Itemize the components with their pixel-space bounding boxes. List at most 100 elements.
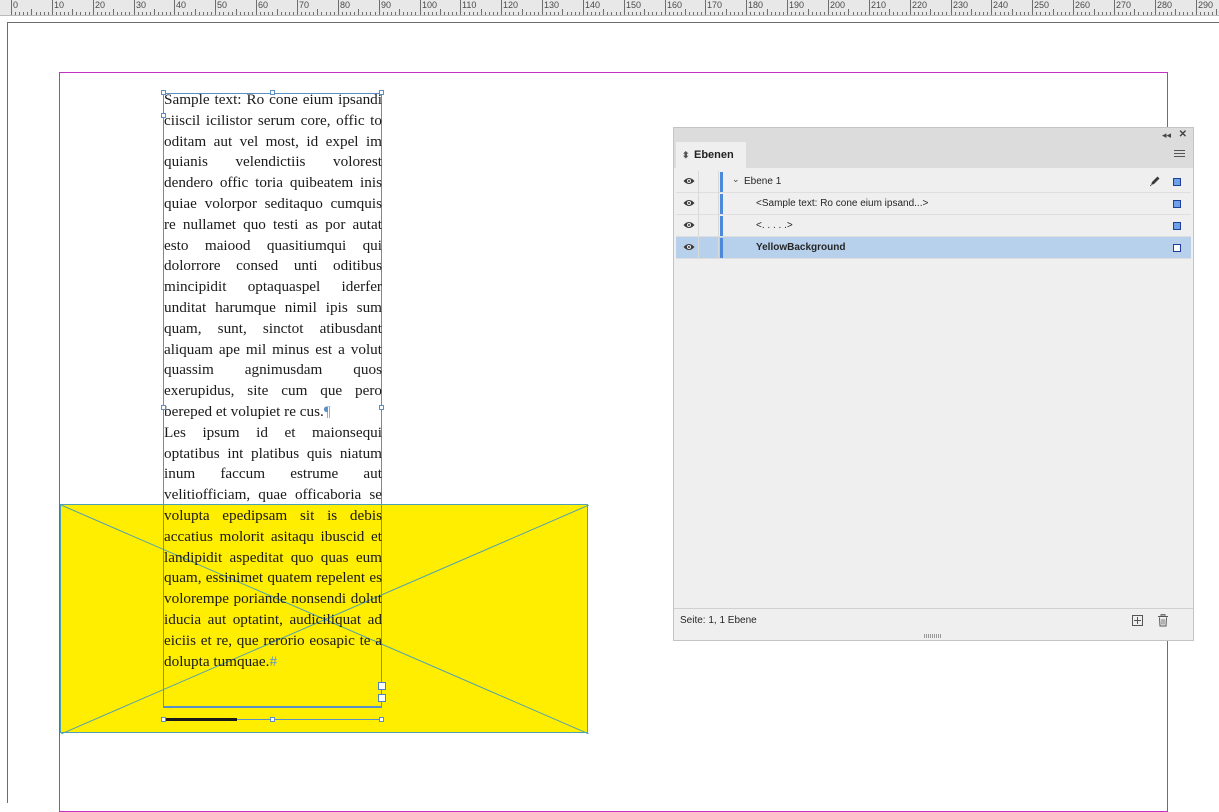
tab-ebenen[interactable]: ⬍ Ebenen bbox=[676, 142, 746, 168]
ruler-tick bbox=[1085, 12, 1086, 15]
ruler-tick bbox=[742, 12, 743, 15]
ruler-tick bbox=[1094, 9, 1095, 15]
layers-panel[interactable]: ◂◂ ✕ ⬍ Ebenen ⌄ Ebene 1 <Sample text: Ro c… bbox=[673, 127, 1194, 641]
ruler-tick bbox=[873, 12, 874, 15]
ruler-tick bbox=[681, 12, 682, 15]
ruler-tick bbox=[1204, 12, 1205, 15]
trash-icon[interactable] bbox=[1157, 614, 1169, 627]
handle-top-center[interactable] bbox=[270, 90, 275, 95]
overset-port[interactable] bbox=[378, 694, 386, 702]
ruler-tick bbox=[1110, 12, 1111, 15]
tab-label: Ebenen bbox=[694, 149, 734, 161]
ruler-tick bbox=[697, 12, 698, 15]
page-edge bbox=[7, 22, 8, 803]
ruler-tick bbox=[370, 12, 371, 15]
layer-name[interactable]: <. . . . .> bbox=[756, 215, 793, 237]
ruler-tick bbox=[607, 12, 608, 15]
ruler-tick bbox=[142, 12, 143, 15]
panel-resize-grip[interactable] bbox=[924, 634, 942, 638]
ruler-tick bbox=[391, 12, 392, 15]
eye-icon[interactable] bbox=[683, 242, 695, 252]
chevron-down-icon[interactable]: ⌄ bbox=[732, 174, 740, 185]
handle-middle-left[interactable] bbox=[161, 405, 166, 410]
ruler-tick bbox=[1012, 9, 1013, 15]
ruler-label: 230 bbox=[953, 0, 969, 10]
ruler-tick bbox=[836, 12, 837, 15]
ruler-tick bbox=[746, 0, 747, 15]
tab-expand-icon[interactable]: ⬍ bbox=[682, 142, 690, 168]
ruler-tick bbox=[995, 12, 996, 15]
ruler-tick bbox=[509, 12, 510, 15]
in-port[interactable] bbox=[161, 113, 166, 118]
ruler-tick bbox=[436, 12, 437, 15]
ruler-label: 80 bbox=[340, 0, 351, 10]
ruler-tick bbox=[281, 12, 282, 15]
selection-square[interactable] bbox=[1173, 222, 1181, 230]
handle-top-left[interactable] bbox=[161, 90, 166, 95]
collapse-panel-icon[interactable]: ◂◂ bbox=[1162, 128, 1171, 142]
panel-title-bar[interactable]: ◂◂ ✕ bbox=[674, 128, 1193, 142]
layer-name[interactable]: <Sample text: Ro cone eium ipsand...> bbox=[756, 193, 928, 215]
eye-icon[interactable] bbox=[683, 176, 695, 186]
handle-bottom-right[interactable] bbox=[379, 717, 384, 722]
ruler-label: 150 bbox=[626, 0, 642, 10]
ruler-tick bbox=[334, 12, 335, 15]
ruler-tick bbox=[685, 9, 686, 15]
ruler-tick bbox=[1187, 12, 1188, 15]
layer-row[interactable]: ⌄ Ebene 1 bbox=[676, 171, 1191, 193]
eye-icon[interactable] bbox=[683, 220, 695, 230]
ruler-tick bbox=[277, 9, 278, 15]
handle-top-right[interactable] bbox=[379, 90, 384, 95]
ruler-tick bbox=[616, 12, 617, 15]
handle-bottom-left[interactable] bbox=[161, 717, 166, 722]
out-port[interactable] bbox=[378, 682, 386, 690]
ruler-tick bbox=[432, 12, 433, 15]
ruler-label: 110 bbox=[462, 0, 477, 10]
selection-square[interactable] bbox=[1173, 244, 1181, 252]
close-icon[interactable]: ✕ bbox=[1179, 128, 1187, 142]
ruler-tick bbox=[930, 9, 931, 15]
new-layer-icon[interactable] bbox=[1132, 615, 1143, 626]
ruler-tick bbox=[138, 12, 139, 15]
ruler-tick bbox=[840, 12, 841, 15]
ruler-tick bbox=[844, 12, 845, 15]
ruler-tick bbox=[799, 12, 800, 15]
ruler-tick bbox=[64, 12, 65, 15]
ruler-tick bbox=[264, 12, 265, 15]
layer-name[interactable]: Ebene 1 bbox=[744, 171, 781, 193]
ruler-tick bbox=[48, 12, 49, 15]
text-frame-content[interactable]: Sample text: Ro cone eium ipsandi ciisci… bbox=[164, 90, 382, 672]
ruler-tick bbox=[787, 0, 788, 15]
ruler-tick bbox=[85, 12, 86, 15]
ruler-tick bbox=[526, 12, 527, 15]
ruler-tick bbox=[195, 9, 196, 15]
ruler-tick bbox=[718, 12, 719, 15]
ruler-tick bbox=[158, 12, 159, 15]
selection-square[interactable] bbox=[1173, 178, 1181, 186]
layer-row[interactable]: <Sample text: Ro cone eium ipsand...> bbox=[676, 193, 1191, 215]
ruler-tick bbox=[771, 12, 772, 15]
ruler-tick bbox=[669, 12, 670, 15]
page-layer-status: Seite: 1, 1 Ebene bbox=[680, 615, 757, 626]
ruler-tick bbox=[889, 9, 890, 15]
handle-bottom-center[interactable] bbox=[270, 717, 275, 722]
ruler-tick bbox=[1089, 12, 1090, 15]
ruler-label: 180 bbox=[748, 0, 764, 10]
layer-name[interactable]: YellowBackground bbox=[756, 237, 845, 259]
ruler-tick bbox=[767, 9, 768, 15]
horizontal-ruler[interactable]: 0 10 20 30 40 50 60 70 80 90 100 110 120 130 140 150 160… bbox=[0, 0, 1219, 16]
panel-menu-icon[interactable] bbox=[1174, 150, 1185, 159]
ruler-tick bbox=[407, 12, 408, 15]
selection-square[interactable] bbox=[1173, 200, 1181, 208]
handle-middle-right[interactable] bbox=[379, 405, 384, 410]
ruler-label: 10 bbox=[54, 0, 65, 10]
layer-row[interactable]: <. . . . .> bbox=[676, 215, 1191, 237]
ruler-tick bbox=[489, 12, 490, 15]
ruler-tick bbox=[1126, 12, 1127, 15]
ruler-tick bbox=[759, 12, 760, 15]
layer-row[interactable]: YellowBackground bbox=[676, 237, 1191, 259]
ruler-tick bbox=[652, 12, 653, 15]
ruler-tick bbox=[1008, 12, 1009, 15]
ruler-tick bbox=[1114, 0, 1115, 15]
eye-icon[interactable] bbox=[683, 198, 695, 208]
